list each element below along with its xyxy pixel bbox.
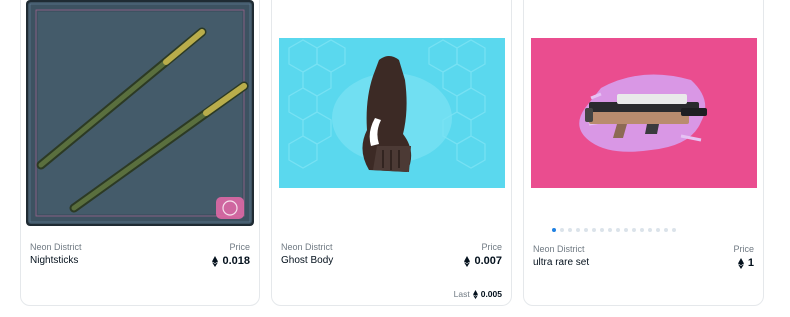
ethereum-icon xyxy=(212,255,219,267)
carousel-dot[interactable] xyxy=(607,228,612,232)
price-label: Price xyxy=(733,244,754,254)
price-label: Price xyxy=(481,242,502,252)
ghost-body-artwork xyxy=(278,38,505,188)
carousel-dot[interactable] xyxy=(647,228,652,232)
carousel-dot[interactable] xyxy=(551,228,556,232)
last-sale-amount: 0.005 xyxy=(480,289,502,299)
last-sale-label: Last xyxy=(453,289,470,299)
weapon-artwork xyxy=(530,38,757,188)
ethereum-icon xyxy=(472,289,478,299)
asset-card-nightsticks[interactable]: Neon District Price Nightsticks 0.018 xyxy=(20,0,260,306)
asset-card-ultra-rare-set[interactable]: Neon District Price ultra rare set 1 xyxy=(523,0,764,306)
carousel-dot[interactable] xyxy=(575,228,580,232)
carousel-dot[interactable] xyxy=(623,228,628,232)
price-value: 1 xyxy=(737,256,754,270)
price-amount: 0.007 xyxy=(474,255,502,267)
asset-image-ultra-rare-set[interactable] xyxy=(524,1,763,225)
asset-name[interactable]: ultra rare set xyxy=(533,256,589,270)
collection-name[interactable]: Neon District xyxy=(281,241,333,253)
asset-card-ghost-body[interactable]: Neon District Price Ghost Body 0.007 Las… xyxy=(271,0,512,306)
carousel-dot[interactable] xyxy=(599,228,604,232)
asset-image-ghost-body[interactable] xyxy=(272,1,511,225)
carousel-dot[interactable] xyxy=(671,228,676,232)
price-value: 0.007 xyxy=(464,254,502,268)
price-amount: 0.018 xyxy=(222,255,250,267)
carousel-dot[interactable] xyxy=(615,228,620,232)
carousel-dot[interactable] xyxy=(567,228,572,232)
carousel-dot[interactable] xyxy=(591,228,596,232)
ethereum-icon xyxy=(464,255,471,267)
carousel-dot[interactable] xyxy=(559,228,564,232)
nightsticks-artwork xyxy=(26,0,254,226)
carousel-dots[interactable] xyxy=(524,228,763,232)
carousel-dot[interactable] xyxy=(663,228,668,232)
ethereum-icon xyxy=(737,257,744,269)
collection-name[interactable]: Neon District xyxy=(30,241,82,253)
price-value: 0.018 xyxy=(212,254,250,268)
collection-name[interactable]: Neon District xyxy=(533,243,585,255)
price-amount: 1 xyxy=(747,257,754,269)
carousel-dot[interactable] xyxy=(583,228,588,232)
asset-image-nightsticks[interactable] xyxy=(21,0,259,226)
carousel-dot[interactable] xyxy=(631,228,636,232)
carousel-dot[interactable] xyxy=(655,228,660,232)
asset-name[interactable]: Nightsticks xyxy=(30,254,78,268)
asset-name[interactable]: Ghost Body xyxy=(281,254,333,268)
price-label: Price xyxy=(229,242,250,252)
last-sale: Last 0.005 xyxy=(454,289,502,299)
carousel-dot[interactable] xyxy=(639,228,644,232)
